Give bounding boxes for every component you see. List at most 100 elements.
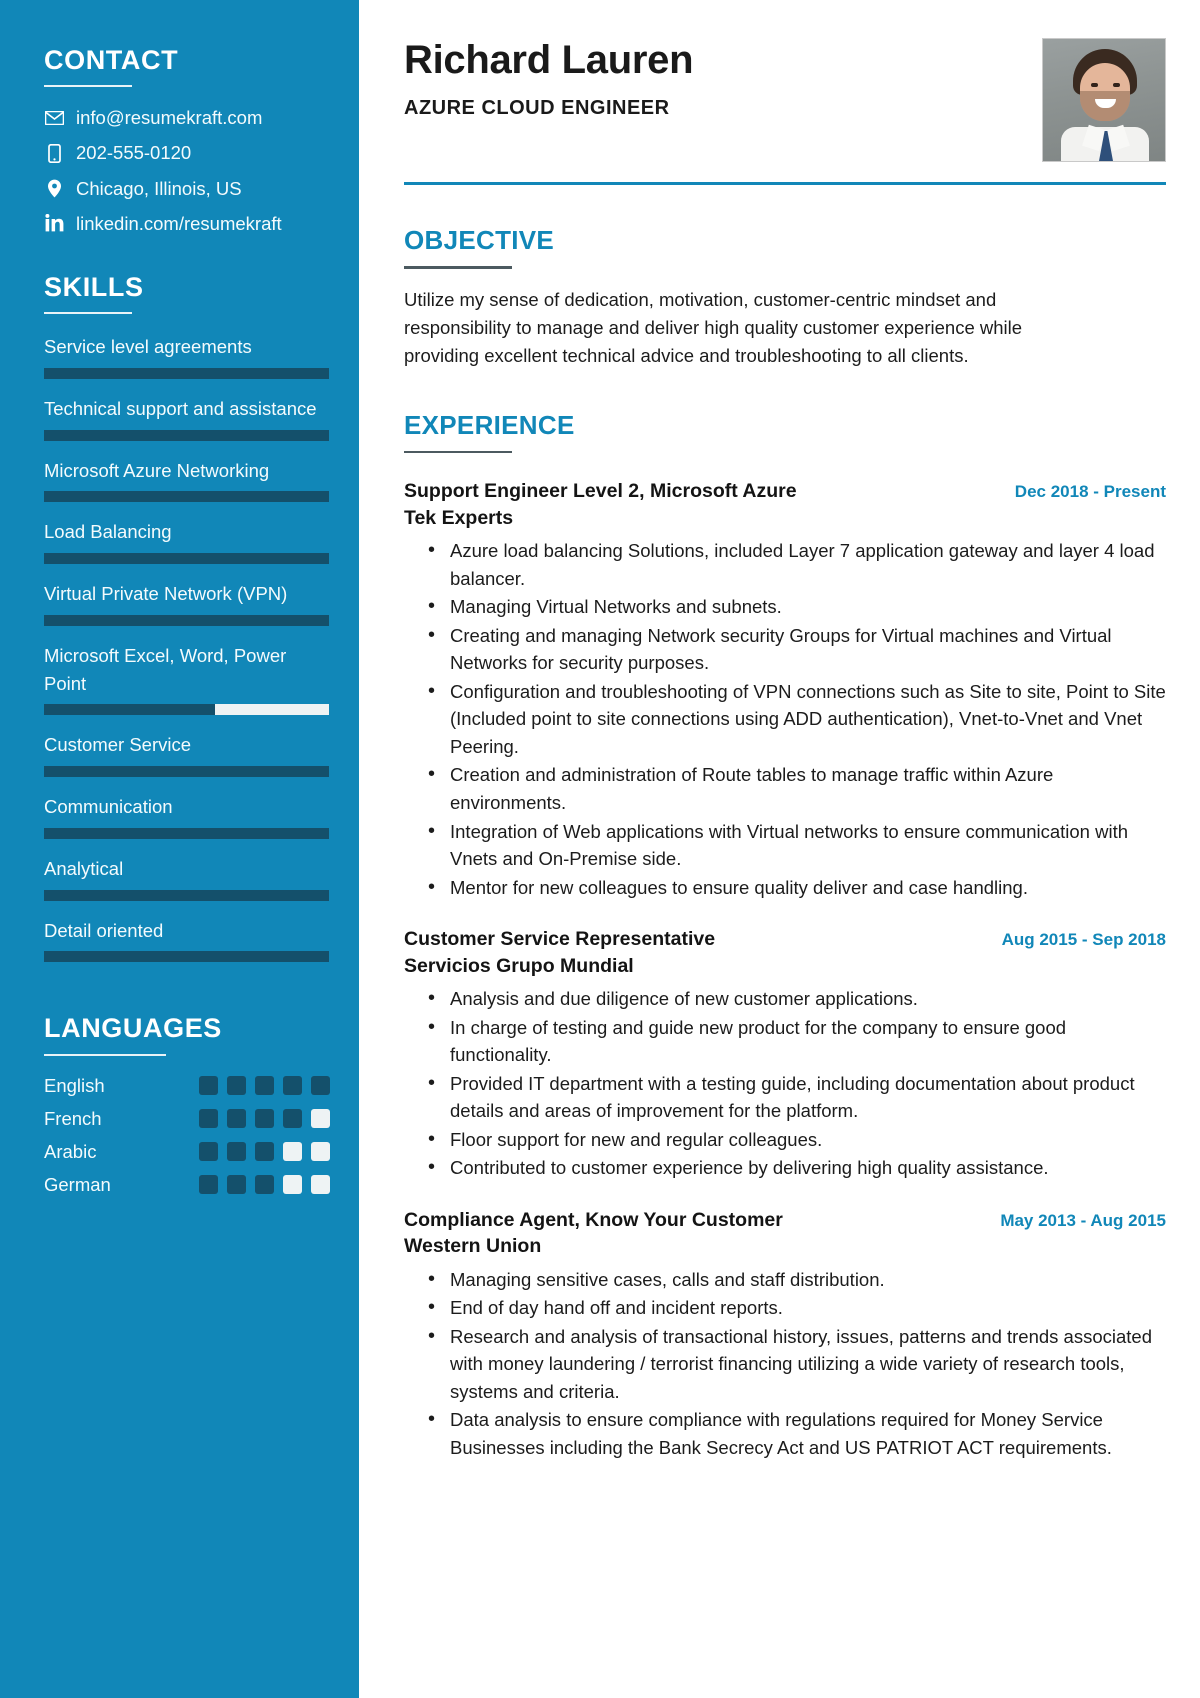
language-rating-dot [311, 1109, 330, 1129]
contact-item-location[interactable]: Chicago, Illinois, US [44, 177, 330, 200]
experience-bullet: Integration of Web applications with Vir… [428, 817, 1166, 873]
skill-item: Detail oriented [44, 917, 330, 963]
language-rating-dot [311, 1142, 330, 1162]
skill-label: Virtual Private Network (VPN) [44, 583, 288, 605]
experience-company: Tek Experts [404, 506, 514, 529]
experience-item-titles: Customer Service Representative Servicios… [404, 927, 715, 979]
skill-progress-track [44, 367, 329, 379]
experience-item-header: Compliance Agent, Know Your Customer West… [404, 1208, 1166, 1260]
experience-role: Customer Service Representative [404, 928, 716, 951]
language-rating-dot [255, 1109, 274, 1129]
skill-item: Virtual Private Network (VPN) [44, 580, 330, 626]
envelope-icon [44, 110, 64, 125]
skill-label: Detail oriented [44, 919, 164, 941]
contact-item-email[interactable]: info@resumekraft.com [44, 106, 330, 129]
skill-item: Technical support and assistance [44, 395, 330, 441]
language-rating-dot [227, 1109, 246, 1129]
page-title: Richard Lauren [404, 38, 694, 82]
experience-bullet: Configuration and troubleshooting of VPN… [428, 677, 1166, 761]
experience-item: Compliance Agent, Know Your Customer West… [404, 1208, 1166, 1462]
experience-bullet: Floor support for new and regular collea… [428, 1125, 1166, 1154]
skill-item: Microsoft Excel, Word, Power Point [44, 642, 330, 716]
contact-item-linkedin[interactable]: linkedin.com/resumekraft [44, 212, 330, 235]
linkedin-icon [44, 214, 64, 232]
experience-heading-rule [404, 450, 512, 454]
languages-list: English French Arabic German [44, 1075, 330, 1196]
contact-phone-value: 202-555-0120 [76, 142, 192, 164]
experience-bullet: Provided IT department with a testing gu… [428, 1069, 1166, 1125]
contact-section: CONTACT info@resumekraft.com 202-555-012… [44, 46, 330, 235]
skills-heading-rule [44, 312, 132, 315]
skill-progress-track [44, 827, 329, 839]
contact-location-value: Chicago, Illinois, US [76, 177, 242, 199]
languages-heading: LANGUAGES [44, 1013, 222, 1044]
contact-heading: CONTACT [44, 45, 179, 75]
language-label: German [44, 1173, 111, 1195]
experience-heading: EXPERIENCE [404, 409, 575, 440]
skill-progress-fill [44, 491, 329, 503]
language-rating [199, 1076, 330, 1096]
skills-heading: SKILLS [44, 271, 144, 302]
languages-section: LANGUAGES English French Arabic German [44, 1014, 330, 1195]
location-pin-icon [44, 179, 64, 198]
skill-progress-track [44, 429, 329, 441]
photo-eye-right [1113, 83, 1120, 87]
experience-bullet: Research and analysis of transactional h… [428, 1322, 1166, 1406]
language-label: French [44, 1107, 102, 1129]
objective-section: OBJECTIVE Utilize my sense of dedication… [404, 225, 1166, 370]
language-rating-dot [283, 1109, 302, 1129]
skill-item: Communication [44, 793, 330, 839]
skill-progress-track [44, 766, 329, 778]
skill-item: Analytical [44, 855, 330, 901]
objective-text: Utilize my sense of dedication, motivati… [404, 288, 1023, 366]
skill-progress-fill [44, 766, 329, 778]
skill-item: Service level agreements [44, 333, 330, 379]
header-divider [404, 182, 1166, 185]
experience-company: Western Union [404, 1235, 542, 1258]
experience-bullets: Managing sensitive cases, calls and staf… [404, 1265, 1166, 1462]
experience-item-header: Customer Service Representative Servicios… [404, 927, 1166, 979]
experience-bullet: Azure load balancing Solutions, included… [428, 536, 1166, 592]
skill-progress-fill [44, 553, 329, 565]
skill-progress-track [44, 553, 329, 565]
contact-item-phone[interactable]: 202-555-0120 [44, 141, 330, 164]
language-rating-dot [227, 1175, 246, 1195]
skill-progress-fill [44, 429, 329, 441]
skill-progress-fill [44, 704, 215, 716]
experience-bullet: Creating and managing Network security G… [428, 621, 1166, 677]
skills-section: SKILLS Service level agreements Technical… [44, 271, 330, 963]
skill-progress-fill [44, 889, 329, 901]
language-rating [199, 1142, 330, 1162]
skills-list: Service level agreements Technical suppor… [44, 333, 330, 963]
language-rating-dot [199, 1076, 218, 1096]
skill-progress-track [44, 491, 329, 503]
objective-heading-rule [404, 266, 512, 269]
experience-section: EXPERIENCE Support Engineer Level 2, Mic… [404, 410, 1166, 1462]
contact-linkedin-value: linkedin.com/resumekraft [76, 212, 282, 234]
sidebar: CONTACT info@resumekraft.com 202-555-012… [0, 0, 362, 1698]
experience-date: May 2013 - Aug 2015 [1000, 1210, 1166, 1230]
language-item: Arabic [44, 1141, 330, 1163]
experience-item-header: Support Engineer Level 2, Microsoft Azur… [404, 479, 1166, 531]
skill-label: Analytical [44, 857, 124, 879]
experience-item-titles: Support Engineer Level 2, Microsoft Azur… [404, 479, 797, 531]
skill-progress-fill [44, 827, 329, 839]
experience-bullet: Data analysis to ensure compliance with … [428, 1405, 1166, 1461]
phone-icon [44, 143, 64, 163]
language-rating [199, 1109, 330, 1129]
experience-date: Aug 2015 - Sep 2018 [1001, 930, 1166, 950]
skill-progress-fill [44, 367, 329, 379]
language-rating-dot [199, 1175, 218, 1195]
language-rating-dot [227, 1076, 246, 1096]
experience-bullet: Managing sensitive cases, calls and staf… [428, 1265, 1166, 1294]
contact-heading-rule [44, 85, 132, 88]
language-rating-dot [255, 1175, 274, 1195]
experience-item: Support Engineer Level 2, Microsoft Azur… [404, 479, 1166, 902]
language-rating-dot [255, 1076, 274, 1096]
experience-bullet: Mentor for new colleagues to ensure qual… [428, 873, 1166, 902]
objective-heading: OBJECTIVE [404, 225, 555, 255]
job-title: AZURE CLOUD ENGINEER [404, 96, 670, 119]
experience-role: Compliance Agent, Know Your Customer [404, 1208, 783, 1231]
skill-item: Load Balancing [44, 518, 330, 565]
language-label: Arabic [44, 1140, 97, 1162]
